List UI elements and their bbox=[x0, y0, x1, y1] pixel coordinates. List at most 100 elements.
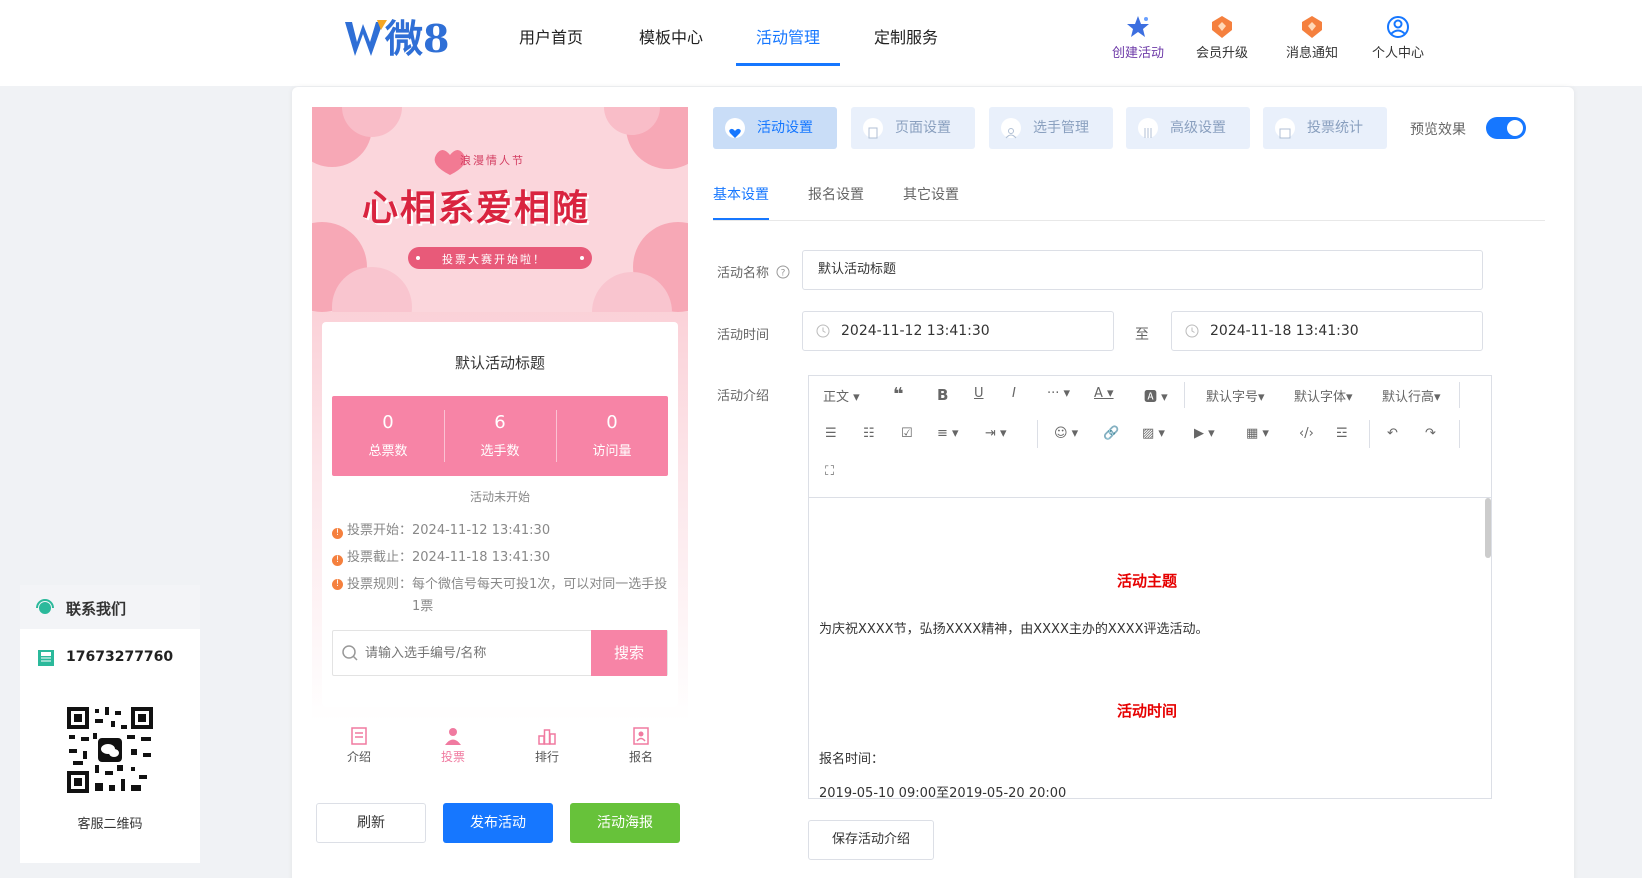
dropdown-label: 默认字号 bbox=[1206, 390, 1259, 405]
line-height-dropdown[interactable]: 默认行高▾ bbox=[1382, 386, 1441, 405]
nav-activity-management[interactable]: 活动管理 bbox=[736, 0, 840, 66]
rule-value: 每个微信号每天可投1次，可以对同一选手投1票 bbox=[412, 577, 668, 614]
tab-label: 报名 bbox=[628, 750, 653, 764]
help-icon[interactable]: ? bbox=[776, 265, 790, 279]
contestant-search-input[interactable] bbox=[365, 641, 575, 665]
tab-label: 介绍 bbox=[346, 750, 371, 764]
stat-label: 访问量 bbox=[592, 444, 632, 459]
paragraph-format-dropdown[interactable]: 正文 ▾ bbox=[823, 386, 860, 405]
tab-ranking[interactable]: 排行 bbox=[500, 722, 594, 778]
rule-label: 投票截止： bbox=[347, 550, 413, 565]
notifications-button[interactable]: 消息通知 bbox=[1272, 14, 1352, 61]
toolbar-divider bbox=[1369, 420, 1370, 448]
divider-line-icon[interactable]: ☲ bbox=[1336, 426, 1348, 441]
code-icon[interactable]: ‹/› bbox=[1299, 426, 1314, 441]
tab-label: 排行 bbox=[534, 750, 559, 764]
preview-banner: 浪漫情人节 心相系爱相随 投票大赛开始啦！ bbox=[312, 107, 688, 352]
tab-label: 选手管理 bbox=[1033, 120, 1089, 136]
tab-intro[interactable]: 介绍 bbox=[312, 722, 406, 778]
preview-effect-toggle[interactable] bbox=[1486, 117, 1526, 139]
subtab-basic[interactable]: 基本设置 bbox=[713, 184, 769, 204]
tab-vote-statistics[interactable]: 投票统计 bbox=[1263, 107, 1387, 149]
editor-scrollbar[interactable] bbox=[1485, 498, 1491, 558]
qr-code bbox=[65, 705, 155, 795]
start-time-value: 2024-11-12 13:41:30 bbox=[841, 323, 990, 339]
toggle-knob bbox=[1507, 120, 1523, 136]
bullet-list-icon[interactable]: ☰ bbox=[825, 426, 837, 441]
tab-contestant-management[interactable]: 选手管理 bbox=[989, 107, 1113, 149]
stat-total-votes: 0 总票数 bbox=[332, 396, 444, 476]
tab-register[interactable]: 报名 bbox=[594, 722, 688, 778]
italic-icon[interactable]: I bbox=[1012, 386, 1016, 401]
fullscreen-icon[interactable]: ⛶ bbox=[825, 464, 834, 479]
todo-list-icon[interactable]: ☑ bbox=[901, 426, 913, 441]
contact-panel: 联系我们 17673277760 客服二维码 bbox=[20, 585, 200, 863]
logo-text: 微8 bbox=[385, 16, 450, 61]
start-time-input[interactable]: 2024-11-12 13:41:30 bbox=[802, 311, 1114, 351]
font-family-dropdown[interactable]: 默认字体▾ bbox=[1294, 386, 1353, 405]
vip-badge-icon bbox=[1302, 16, 1322, 38]
table-icon[interactable]: ▦ ▾ bbox=[1246, 426, 1269, 441]
stats-panel: 0 总票数 6 选手数 0 访问量 bbox=[332, 396, 668, 476]
phone-icon bbox=[38, 650, 54, 666]
search-button[interactable]: 搜索 bbox=[591, 630, 667, 676]
toolbar-divider bbox=[1459, 420, 1460, 448]
end-time-input[interactable]: 2024-11-18 13:41:30 bbox=[1171, 311, 1483, 351]
clock-icon bbox=[1185, 324, 1199, 338]
activity-poster-button[interactable]: 活动海报 bbox=[570, 803, 680, 843]
stat-contestants: 6 选手数 bbox=[444, 396, 556, 476]
more-format-icon[interactable]: ··· ▾ bbox=[1047, 386, 1070, 401]
activity-name-input[interactable]: 默认活动标题 bbox=[802, 250, 1483, 290]
rule-vote-rules: ! 投票规则： 每个微信号每天可投1次，可以对同一选手投1票 bbox=[332, 574, 668, 618]
undo-icon[interactable]: ↶ bbox=[1387, 426, 1398, 441]
content-paragraph: 报名时间： bbox=[819, 752, 885, 767]
contact-phone: 17673277760 bbox=[66, 649, 174, 665]
align-icon[interactable]: ≡ ▾ bbox=[937, 426, 959, 441]
font-color-icon[interactable]: A ▾ bbox=[1094, 386, 1114, 401]
time-range-separator: 至 bbox=[1135, 327, 1149, 343]
preview-effect-label: 预览效果 bbox=[1410, 122, 1466, 138]
image-icon[interactable]: ▨ ▾ bbox=[1142, 426, 1165, 441]
contestant-search: 搜索 bbox=[332, 630, 668, 676]
stat-visits: 0 访问量 bbox=[556, 396, 668, 476]
subtab-registration[interactable]: 报名设置 bbox=[808, 184, 864, 204]
underline-icon[interactable]: U bbox=[974, 386, 984, 401]
vip-badge-icon bbox=[1212, 16, 1232, 38]
create-activity-label: 创建活动 bbox=[1111, 46, 1164, 61]
nav-custom-service[interactable]: 定制服务 bbox=[858, 0, 954, 66]
activity-status: 活动未开始 bbox=[469, 490, 530, 504]
create-activity-button[interactable]: 创建活动 bbox=[1098, 14, 1178, 61]
link-icon[interactable]: 🔗 bbox=[1103, 426, 1119, 441]
member-upgrade-button[interactable]: 会员升级 bbox=[1182, 14, 1262, 61]
publish-activity-button[interactable]: 发布活动 bbox=[443, 803, 553, 843]
tab-advanced-settings[interactable]: 高级设置 bbox=[1126, 107, 1250, 149]
id-card-icon bbox=[633, 727, 649, 745]
video-icon[interactable]: ▶ ▾ bbox=[1194, 426, 1215, 441]
background-color-icon[interactable]: 🅰 ▾ bbox=[1144, 386, 1168, 405]
personal-center-button[interactable]: 个人中心 bbox=[1358, 14, 1438, 61]
logo[interactable]: 微8 bbox=[343, 16, 453, 62]
tab-page-settings[interactable]: 页面设置 bbox=[851, 107, 975, 149]
rule-label: 投票规则： bbox=[347, 577, 413, 592]
tab-label: 高级设置 bbox=[1170, 120, 1226, 136]
nav-template-center[interactable]: 模板中心 bbox=[623, 0, 719, 66]
redo-icon[interactable]: ↷ bbox=[1425, 426, 1436, 441]
tab-label: 投票统计 bbox=[1307, 120, 1363, 136]
save-intro-button[interactable]: 保存活动介绍 bbox=[808, 820, 934, 860]
quote-icon[interactable]: ❝ bbox=[893, 384, 904, 405]
svg-text:?: ? bbox=[781, 269, 786, 279]
notifications-label: 消息通知 bbox=[1285, 46, 1338, 61]
content-heading: 活动主题 bbox=[1116, 572, 1177, 590]
bold-icon[interactable]: B bbox=[937, 386, 948, 404]
emoji-icon[interactable]: ☺ ▾ bbox=[1054, 426, 1078, 441]
font-size-dropdown[interactable]: 默认字号▾ bbox=[1206, 386, 1265, 405]
subtab-other[interactable]: 其它设置 bbox=[903, 184, 959, 204]
indent-icon[interactable]: ⇥ ▾ bbox=[985, 426, 1007, 441]
tab-vote[interactable]: 投票 bbox=[406, 722, 500, 778]
tab-activity-settings[interactable]: 活动设置 bbox=[713, 107, 837, 149]
nav-user-home[interactable]: 用户首页 bbox=[503, 0, 599, 66]
refresh-button[interactable]: 刷新 bbox=[316, 803, 426, 843]
banner-tagline: 投票大赛开始啦！ bbox=[442, 253, 546, 266]
numbered-list-icon[interactable]: ☷ bbox=[863, 426, 875, 441]
editor-content[interactable]: 活动主题 为庆祝XXXX节，弘扬XXXX精神，由XXXX主办的XXXX评选活动。… bbox=[809, 498, 1491, 798]
